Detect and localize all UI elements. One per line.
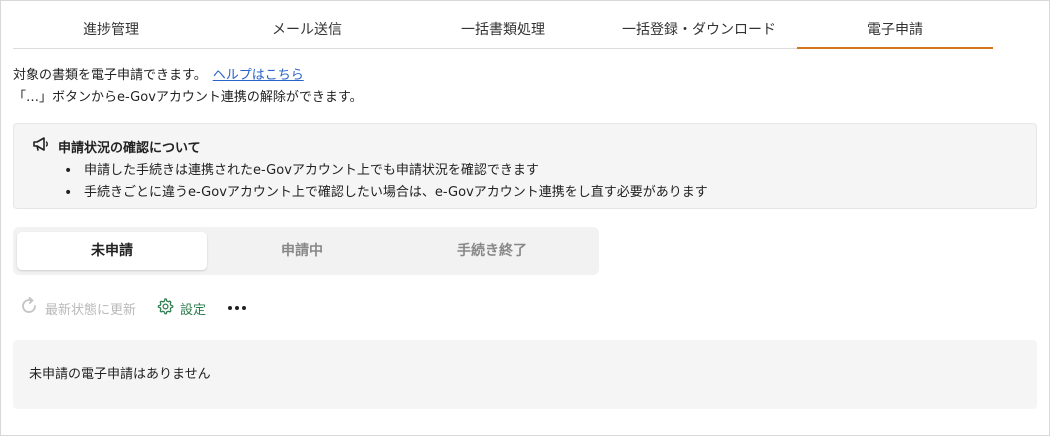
tab-progress[interactable]: 進捗管理 xyxy=(13,13,209,48)
ellipsis-icon xyxy=(228,306,233,310)
more-options-button[interactable] xyxy=(228,306,247,310)
settings-button[interactable]: 設定 xyxy=(156,297,206,319)
tab-mail[interactable]: メール送信 xyxy=(209,13,405,48)
segment-applying[interactable]: 申請中 xyxy=(207,232,397,270)
status-segmented-control: 未申請 申請中 手続き終了 xyxy=(13,227,599,275)
megaphone-icon xyxy=(32,136,50,156)
tab-e-application[interactable]: 電子申請 xyxy=(797,13,993,49)
settings-label: 設定 xyxy=(180,302,207,318)
notice-box: 申請状況の確認について 申請した手続きは連携されたe-Govアカウント上でも申請… xyxy=(13,123,1037,209)
gear-icon xyxy=(156,297,174,319)
notice-list: 申請した手続きは連携されたe-Govアカウント上でも申請状況を確認できます 手続… xyxy=(64,160,708,204)
segment-completed[interactable]: 手続き終了 xyxy=(397,232,587,270)
ellipsis-icon xyxy=(235,306,240,310)
empty-state: 未申請の電子申請はありません xyxy=(13,340,1037,409)
description: 対象の書類を電子申請できます。 ヘルプはこちら 「…」ボタンからe-Govアカウン… xyxy=(13,65,363,109)
description-line1: 対象の書類を電子申請できます。 ヘルプはこちら xyxy=(13,65,363,87)
segment-not-applied[interactable]: 未申請 xyxy=(17,232,207,270)
ellipsis-icon xyxy=(242,306,247,310)
notice-item: 申請した手続きは連携されたe-Govアカウント上でも申請状況を確認できます xyxy=(64,160,708,182)
refresh-label: 最新状態に更新 xyxy=(45,302,137,318)
main-tabs: 進捗管理 メール送信 一括書類処理 一括登録・ダウンロード 電子申請 xyxy=(13,13,993,49)
toolbar: 最新状態に更新 設定 xyxy=(19,296,247,320)
tab-bulk-register-download[interactable]: 一括登録・ダウンロード xyxy=(601,13,797,48)
app-frame: 進捗管理 メール送信 一括書類処理 一括登録・ダウンロード 電子申請 対象の書類… xyxy=(0,0,1050,436)
notice-title: 申請状況の確認について xyxy=(58,140,201,156)
refresh-button[interactable]: 最新状態に更新 xyxy=(19,296,136,320)
description-line2: 「…」ボタンからe-Govアカウント連携の解除ができます。 xyxy=(13,90,363,105)
tab-bulk-documents[interactable]: 一括書類処理 xyxy=(405,13,601,48)
notice-item: 手続きごとに違うe-Govアカウント上で確認したい場合は、e-Govアカウント連… xyxy=(64,182,708,204)
description-text: 対象の書類を電子申請できます。 xyxy=(13,68,207,83)
help-link[interactable]: ヘルプはこちら xyxy=(213,68,304,83)
refresh-icon xyxy=(19,296,39,320)
notice-header: 申請状況の確認について xyxy=(32,136,201,156)
